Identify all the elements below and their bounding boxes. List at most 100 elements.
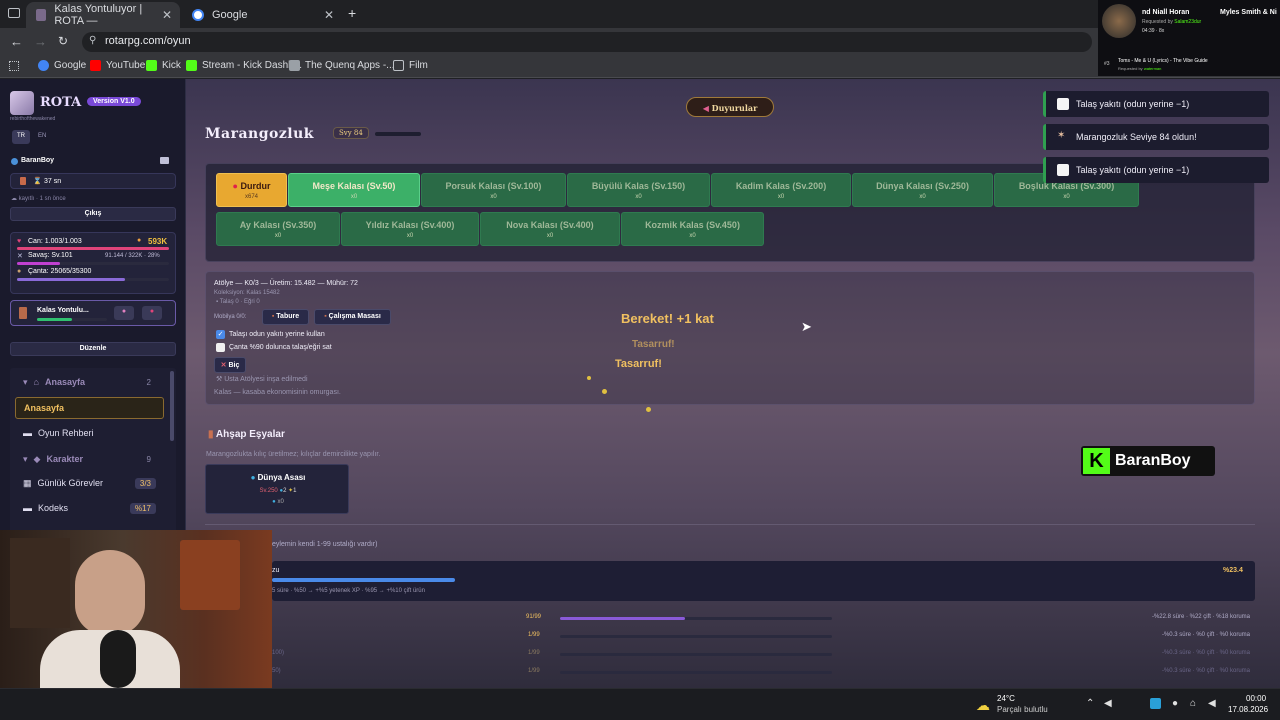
cut-button[interactable]: ✕ Biç xyxy=(214,357,246,373)
lang-en-button[interactable]: EN xyxy=(38,133,46,139)
bookmark-stream[interactable]: Stream - Kick Dashb... xyxy=(186,60,302,71)
logout-button[interactable]: Çıkış xyxy=(10,207,176,221)
character-icon: ◆ xyxy=(33,453,41,464)
kick-logo-icon: K xyxy=(1083,448,1110,474)
mastery-desc: 5 süre · %50 → +%5 yetenek XP · %95 → +%… xyxy=(272,588,425,594)
nav-section-home[interactable]: ▾ ⌂ Anasayfa 2 xyxy=(15,371,164,393)
network-icon[interactable]: ⌂ xyxy=(1190,698,1196,709)
bookmark-film[interactable]: Film xyxy=(393,60,428,71)
new-tab-button[interactable]: + xyxy=(348,5,356,21)
stop-icon[interactable]: ● xyxy=(142,306,162,320)
nav-item-codex[interactable]: ▬ Kodeks %17 xyxy=(15,497,164,519)
username: BaranBoy xyxy=(21,157,55,164)
auto-sell-checkbox[interactable] xyxy=(216,343,225,352)
google-favicon-icon xyxy=(192,9,204,21)
mastery-row-bonus: -%0.3 süre · %0 çift · %0 koruma xyxy=(1161,668,1250,674)
craft-button[interactable]: Dünya Kalası (Sv.250) x0 xyxy=(852,173,993,207)
nav-label: Oyun Rehberi xyxy=(38,428,94,438)
timer-card: ⌛ 37 sn xyxy=(10,173,176,189)
sawdust-fuel-checkbox[interactable]: ✓ xyxy=(216,330,225,339)
item-count-text: x0 xyxy=(277,499,284,505)
craft-button[interactable]: Nova Kalası (Sv.400) x0 xyxy=(480,212,620,246)
reload-icon[interactable]: ↻ xyxy=(58,34,68,48)
chevron-up-icon[interactable]: ⌃ xyxy=(1086,698,1094,709)
back-icon[interactable]: ← xyxy=(10,34,23,49)
speaker-icon[interactable]: ◀ xyxy=(1208,698,1216,709)
volume-icon[interactable]: ◀ xyxy=(1104,698,1112,709)
craft-button[interactable]: Kadim Kalas (Sv.200) x0 xyxy=(711,173,851,207)
bookmark-kick[interactable]: Kick xyxy=(146,60,181,71)
weather-icon[interactable]: ☁ xyxy=(976,697,990,714)
toast-notification[interactable]: ✶ Marangozluk Seviye 84 oldun! xyxy=(1043,124,1269,150)
bookmark-label: Stream - Kick Dashb... xyxy=(202,60,303,71)
bookmark-quenq[interactable]: The Quenq Apps -... xyxy=(289,60,395,71)
mastery-row-level: 1/99 xyxy=(528,632,540,638)
party-icon: ✶ xyxy=(1057,130,1066,141)
tagline: rebirthofthewakened xyxy=(10,116,56,122)
nav-section-character[interactable]: ▾ ◆ Karakter 9 xyxy=(15,448,164,470)
mastery-row-level: 1/99 xyxy=(528,650,540,656)
url-input[interactable]: ⚲ rotarpg.com/oyun xyxy=(82,32,1092,52)
tab-rota[interactable]: Kalas Yontuluyor | ROTA — ✕ xyxy=(26,2,180,28)
craft-count: x0 xyxy=(635,194,642,200)
tray-app-icon[interactable] xyxy=(1150,698,1161,709)
mic-icon[interactable]: ● xyxy=(1172,698,1178,709)
wood-title: Ahşap Eşyalar xyxy=(215,429,285,440)
timer-value: 37 sn xyxy=(44,178,62,185)
activity-card[interactable]: Kalas Yontulu... ● ● xyxy=(10,300,176,326)
address-bar-row: ← → ↻ ⚲ rotarpg.com/oyun xyxy=(0,28,1280,56)
nav-item-daily[interactable]: ▦ Günlük Görevler 3/3 xyxy=(15,472,164,494)
nav-item-home[interactable]: Anasayfa xyxy=(15,397,164,419)
nav-label: Karakter xyxy=(46,454,83,464)
forward-icon[interactable]: → xyxy=(34,34,47,49)
mastery-note: eylemin kendi 1-99 ustalığı vardır) xyxy=(272,541,378,548)
craft-count: x0 xyxy=(1063,194,1070,200)
craft-button[interactable]: Kozmik Kalas (Sv.450) x0 xyxy=(621,212,764,246)
craft-button[interactable]: Yıldız Kalası (Sv.400) x0 xyxy=(341,212,479,246)
tab-google[interactable]: Google ✕ xyxy=(182,2,342,28)
puzzle-icon xyxy=(289,60,300,71)
item-card-world-staff[interactable]: ● Dünya Asası Sv.250 ●2 ✦1 ● x0 xyxy=(205,464,349,514)
bookmark-google[interactable]: Google xyxy=(38,60,86,71)
time: 04:39 xyxy=(1142,28,1155,34)
mastery-row-level: 1/99 xyxy=(528,668,540,674)
craft-label: Kozmik Kalas (Sv.450) xyxy=(645,220,740,230)
rota-logo-icon xyxy=(10,91,34,115)
craft-button[interactable]: Porsuk Kalası (Sv.100) x0 xyxy=(421,173,566,207)
sword-icon: ✕ xyxy=(17,253,23,260)
craft-label: Meşe Kalası (Sv.50) xyxy=(312,181,396,191)
edit-button[interactable]: Düzenle xyxy=(10,342,176,356)
cut-label: Biç xyxy=(228,362,240,369)
craft-button[interactable]: Büyülü Kalas (Sv.150) x0 xyxy=(567,173,710,207)
stop-count: x674 xyxy=(244,194,258,200)
lang-tr-button[interactable]: TR xyxy=(12,130,30,144)
byproduct-info: ▪ Talaş 0 · Eğri 0 xyxy=(216,299,260,305)
wood-items-desc: Marangozlukta kılıç üretilmez; kılıçlar … xyxy=(206,451,381,458)
announcements-button[interactable]: ◀ Duyurular xyxy=(686,97,774,117)
chat-icon[interactable] xyxy=(160,157,169,164)
item-stat-a: 2 xyxy=(283,488,287,494)
bookmark-label: Film xyxy=(409,60,428,71)
toast-notification[interactable]: Talaş yakıtı (odun yerine −1) xyxy=(1043,157,1269,183)
close-tab-icon[interactable]: ✕ xyxy=(324,8,334,22)
sidebar-scrollbar[interactable] xyxy=(170,371,174,441)
tab-title: Google xyxy=(212,9,248,21)
toast-notification[interactable]: Talaş yakıtı (odun yerine −1) xyxy=(1043,91,1269,117)
nav-item-guide[interactable]: ▬ Oyun Rehberi xyxy=(15,422,164,444)
stop-label: Durdur xyxy=(240,181,271,191)
streamer-face xyxy=(75,550,145,635)
boost-icon[interactable]: ● xyxy=(114,306,134,320)
bookmark-youtube[interactable]: YouTube xyxy=(90,60,145,71)
tab-search-icon[interactable] xyxy=(8,8,20,18)
rota-favicon-icon xyxy=(36,9,47,21)
workbench-button[interactable]: ▪ Çalışma Masası xyxy=(314,309,391,325)
site-info-icon[interactable]: ⚲ xyxy=(89,35,96,46)
stool-button[interactable]: ▪ Tabure xyxy=(262,309,309,325)
close-tab-icon[interactable]: ✕ xyxy=(162,8,172,22)
item-name: ● Dünya Asası xyxy=(206,473,350,482)
apps-icon[interactable] xyxy=(9,61,19,71)
craft-button[interactable]: Ay Kalası (Sv.350) x0 xyxy=(216,212,340,246)
craft-button[interactable]: Meşe Kalası (Sv.50) x0 xyxy=(288,173,420,207)
stop-button[interactable]: ● Durdur x674 xyxy=(216,173,287,207)
bookmarks-bar: Google YouTube Kick Stream - Kick Dashb.… xyxy=(0,56,1280,78)
